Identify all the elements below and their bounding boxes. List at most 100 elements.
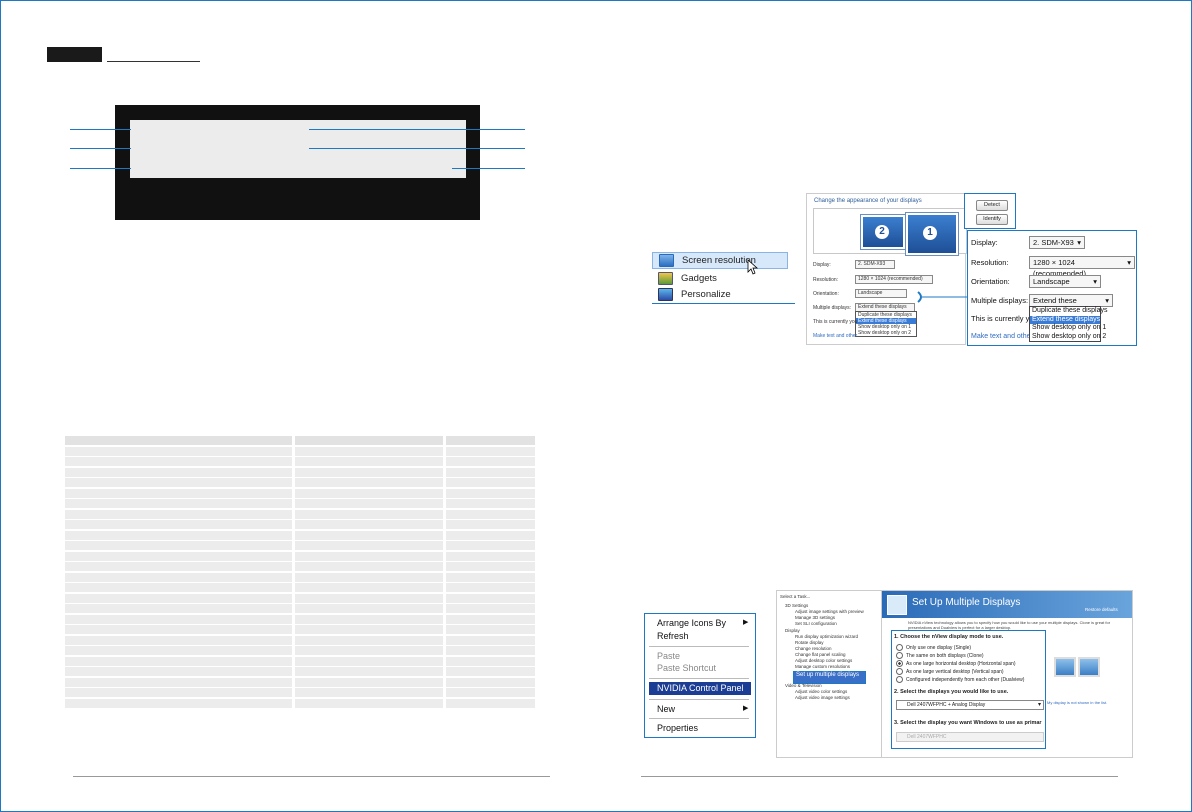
zoom-dropdown-option[interactable]: Show desktop only on 2 bbox=[1030, 333, 1106, 342]
tree-item[interactable]: Manage 3D settings bbox=[795, 615, 835, 620]
tree-item[interactable]: Adjust desktop color settings bbox=[795, 658, 852, 663]
table-cell bbox=[446, 572, 535, 582]
tree-item[interactable]: Change resolution bbox=[795, 646, 832, 651]
panel-banner: Set Up Multiple Displays Restore default… bbox=[882, 591, 1132, 618]
table-cell bbox=[295, 436, 443, 445]
restore-defaults-link[interactable]: Restore defaults bbox=[1085, 607, 1118, 612]
zoom-multiple-label: Multiple displays: bbox=[971, 296, 1029, 305]
mode-option[interactable]: Configured independently from each other… bbox=[896, 676, 1024, 683]
zoom-display-label: Display: bbox=[971, 238, 998, 247]
resolution-select[interactable]: 1280 × 1024 (recommended) bbox=[855, 275, 933, 284]
display-select[interactable]: 2. SDM-X93 bbox=[855, 260, 895, 269]
section-heading-rule bbox=[107, 61, 200, 62]
display-combo[interactable]: Dell 2407WFPHC + Analog Display ▾ bbox=[896, 700, 1044, 710]
nvidia-control-panel-item[interactable]: NVIDIA Control Panel bbox=[657, 683, 744, 693]
table-row bbox=[65, 698, 538, 710]
tree-item[interactable]: Adjust image settings with preview bbox=[795, 609, 864, 614]
tree-item[interactable]: Manage custom resolutions bbox=[795, 664, 850, 669]
mode-label: Configured independently from each other… bbox=[906, 676, 1025, 683]
submenu-arrow-icon: ▶ bbox=[743, 705, 749, 712]
tree-item[interactable]: Change flat panel scaling bbox=[795, 652, 846, 657]
tree-item[interactable]: Set SLI configuration bbox=[795, 621, 837, 626]
properties-item[interactable]: Properties bbox=[657, 723, 698, 733]
panel-intro: NVIDIA nView technology allows you to sp… bbox=[908, 620, 1111, 630]
monitor-1[interactable]: 1 bbox=[905, 212, 959, 256]
table-row bbox=[65, 509, 538, 521]
dropdown-option[interactable]: Show desktop only on 2 bbox=[856, 330, 916, 336]
orientation-label: Orientation: bbox=[813, 290, 839, 297]
mode-option-selected[interactable]: As one large horizontal desktop (Horizon… bbox=[896, 660, 1016, 667]
table-row bbox=[65, 614, 538, 626]
zoom-dropdown-option[interactable]: Duplicate these displays bbox=[1030, 307, 1108, 316]
monitor-arrangement: 2 1 bbox=[813, 208, 967, 256]
tree-item[interactable]: Display bbox=[785, 628, 800, 633]
make-text-link[interactable]: Make text and other bbox=[813, 333, 857, 339]
tree-item-selected[interactable]: Set up multiple displays bbox=[796, 672, 859, 678]
table-row bbox=[65, 677, 538, 689]
table-row bbox=[65, 478, 538, 489]
zoom-orientation-select[interactable]: Landscape ▾ bbox=[1029, 275, 1101, 288]
orientation-select[interactable]: Landscape bbox=[855, 289, 907, 298]
zoom-resolution-select[interactable]: 1280 × 1024 (recommended) ▾ bbox=[1029, 256, 1135, 278]
refresh-item[interactable]: Refresh bbox=[657, 631, 689, 641]
table-cell bbox=[446, 478, 535, 487]
table-cell bbox=[295, 509, 443, 519]
table-row bbox=[65, 583, 538, 594]
nvidia-task-tree: Select a Task... 3D Settings Adjust imag… bbox=[776, 590, 882, 758]
table-cell bbox=[446, 698, 535, 708]
table-cell bbox=[446, 583, 535, 592]
table-cell bbox=[65, 572, 292, 582]
primary-combo[interactable]: Dell 2407WFPHC bbox=[896, 732, 1044, 742]
mode-option[interactable]: As one large vertical desktop (Vertical … bbox=[896, 668, 1004, 675]
paste-item[interactable]: Paste bbox=[657, 651, 680, 661]
tree-item[interactable]: Adjust video image settings bbox=[795, 695, 850, 700]
table-row bbox=[65, 646, 538, 657]
arrange-icons-item[interactable]: Arrange Icons By bbox=[657, 618, 726, 628]
new-item[interactable]: New bbox=[657, 704, 675, 714]
mode-option[interactable]: The same on both displays (Clone) bbox=[896, 652, 984, 659]
screen-resolution-item[interactable]: Screen resolution bbox=[652, 252, 788, 269]
zoom-make-text-link[interactable]: Make text and other bbox=[971, 333, 1033, 340]
table-row bbox=[65, 625, 538, 636]
tree-item[interactable]: Run display optimization wizard bbox=[795, 634, 858, 639]
table-row bbox=[65, 688, 538, 699]
display-thumbnail-1[interactable] bbox=[1054, 657, 1076, 677]
radio-icon bbox=[896, 676, 903, 683]
table-cell bbox=[295, 593, 443, 603]
table-cell bbox=[295, 478, 443, 487]
table-cell bbox=[295, 562, 443, 571]
zoom-display-select[interactable]: 2. SDM-X93 ▾ bbox=[1029, 236, 1085, 249]
multiple-displays-label: Multiple displays: bbox=[813, 304, 852, 311]
table-cell bbox=[446, 509, 535, 519]
table-cell bbox=[446, 604, 535, 613]
table-cell bbox=[65, 583, 292, 592]
identify-button[interactable]: Identify bbox=[976, 214, 1008, 225]
tree-item[interactable]: Video & Television bbox=[785, 683, 822, 688]
leader-line bbox=[452, 168, 525, 169]
gadgets-item[interactable]: Gadgets bbox=[652, 270, 717, 286]
zoom-orientation-label: Orientation: bbox=[971, 277, 1010, 286]
zoom-dropdown-option[interactable]: Extend these displays bbox=[1030, 315, 1100, 324]
tree-item[interactable]: 3D Settings bbox=[785, 603, 808, 608]
display-not-shown-link[interactable]: My display is not shown in the list. bbox=[1047, 700, 1107, 705]
zoom-dropdown-option[interactable]: Show desktop only on 1 bbox=[1030, 324, 1106, 333]
mode-label: As one large vertical desktop (Vertical … bbox=[906, 668, 1004, 675]
personalize-item[interactable]: Personalize bbox=[652, 286, 731, 302]
table-row bbox=[65, 520, 538, 531]
display-thumbnail-2[interactable] bbox=[1078, 657, 1100, 677]
mode-label: The same on both displays (Clone) bbox=[906, 652, 984, 659]
detect-button[interactable]: Detect bbox=[976, 200, 1008, 211]
mode-option[interactable]: Only use one display (Single) bbox=[896, 644, 971, 651]
table-cell bbox=[295, 530, 443, 540]
table-cell bbox=[295, 646, 443, 655]
monitor-2[interactable]: 2 bbox=[860, 214, 906, 250]
tree-item[interactable]: Rotate display bbox=[795, 640, 824, 645]
step1-heading: 1. Choose the nView display mode to use. bbox=[894, 634, 1004, 640]
table-cell bbox=[65, 604, 292, 613]
paste-shortcut-item[interactable]: Paste Shortcut bbox=[657, 663, 716, 673]
gadgets-icon bbox=[658, 271, 673, 285]
radio-icon bbox=[896, 668, 903, 675]
tree-item[interactable]: Adjust video color settings bbox=[795, 689, 847, 694]
table-cell bbox=[446, 457, 535, 466]
table-cell bbox=[65, 688, 292, 697]
